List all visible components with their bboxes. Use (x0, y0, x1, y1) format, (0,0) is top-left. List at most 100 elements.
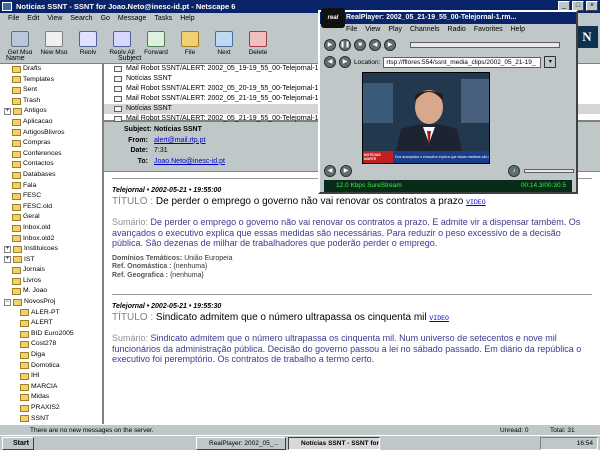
rp-menu-favorites[interactable]: Favorites (474, 25, 503, 35)
to-label: To: (137, 157, 148, 165)
folder-item[interactable]: Cost278 (0, 339, 102, 350)
folder-item[interactable]: Geral (0, 212, 102, 223)
reply-all-button[interactable]: Reply All (106, 24, 138, 58)
folder-item[interactable]: Templates (0, 75, 102, 86)
folder-item[interactable]: Midas (0, 392, 102, 403)
netscape-logo[interactable]: N (576, 26, 598, 48)
rp-menu-play[interactable]: Play (388, 25, 402, 35)
folder-label: FESC.old (23, 202, 53, 210)
folder-label: Contactos (23, 160, 54, 168)
folder-item[interactable]: − NovosProj (0, 297, 102, 308)
folder-item[interactable]: ALER-PT (0, 308, 102, 319)
menu-file[interactable]: File (8, 13, 19, 24)
folder-item[interactable]: BID Euro2005 (0, 329, 102, 340)
folder-item[interactable]: + Antigos (0, 106, 102, 117)
folder-item[interactable]: Aplicacao (0, 117, 102, 128)
task-netscape[interactable]: Notícias SSNT - SSNT for ... (288, 437, 380, 450)
back-icon[interactable]: ◀ (324, 56, 336, 68)
menu-go[interactable]: Go (101, 13, 110, 24)
expand-icon[interactable]: + (4, 245, 11, 253)
folder-item[interactable]: ALERT (0, 318, 102, 329)
stop-icon[interactable]: ■ (354, 39, 366, 51)
expand-icon[interactable]: + (4, 108, 11, 116)
folder-item[interactable]: Diga (0, 350, 102, 361)
folder-item[interactable]: IHI (0, 371, 102, 382)
folder-icon (12, 129, 21, 137)
menu-edit[interactable]: Edit (27, 13, 39, 24)
pause-icon[interactable]: ❚❚ (339, 39, 351, 51)
prev-clip-icon[interactable]: ◀ (324, 165, 336, 177)
folder-label: Inbox.old2 (23, 234, 55, 242)
new-msg-button[interactable]: New Msg (38, 24, 70, 58)
realplayer-window[interactable]: RealPlayer: 2002_05_21-19_55_00-Telejorn… (318, 8, 578, 194)
rp-menu-channels[interactable]: Channels (410, 25, 440, 35)
folder-item[interactable]: Livros (0, 276, 102, 287)
rp-menu-view[interactable]: View (365, 25, 380, 35)
folder-icon (12, 118, 21, 126)
folder-item[interactable]: FESC.old (0, 202, 102, 213)
play-icon[interactable]: ▶ (324, 39, 336, 51)
start-button[interactable]: Start (2, 437, 34, 450)
folder-item[interactable]: Domotica (0, 361, 102, 372)
folder-item[interactable]: Contactos (0, 159, 102, 170)
video-display[interactable]: NOTÍCIAS NORTE Dos avançados o executivo… (362, 72, 490, 164)
get-msg-button[interactable]: Get Msg (4, 24, 36, 58)
location-input[interactable]: rtsp://fflores:554/ssnt_media_clips/2002… (383, 56, 542, 68)
rp-menu-file[interactable]: File (346, 25, 357, 35)
reply-button[interactable]: Reply (72, 24, 104, 58)
folder-item[interactable]: MARCIA (0, 382, 102, 393)
from-link[interactable]: alert@mail.rtp.pt (154, 136, 205, 147)
expand-icon[interactable]: − (4, 298, 11, 306)
rp-menu-radio[interactable]: Radio (448, 25, 466, 35)
folder-item[interactable]: Trash (0, 96, 102, 107)
delete-button[interactable]: Delete (242, 24, 274, 58)
forward-nav-icon[interactable]: ▶ (339, 56, 351, 68)
task-realplayer[interactable]: RealPlayer: 2002_05_... (196, 437, 286, 450)
folder-item[interactable]: Compras (0, 138, 102, 149)
folder-item[interactable]: + IST (0, 255, 102, 266)
next-clip-icon[interactable]: ▶ (340, 165, 352, 177)
folder-pane[interactable]: Drafts Templates Sent Trash + Antigos Aplicaca… (0, 64, 104, 424)
rp-menu-help[interactable]: Help (511, 25, 525, 35)
folder-item[interactable]: Drafts (0, 64, 102, 75)
folder-item[interactable]: Sent (0, 85, 102, 96)
to-link[interactable]: Joao.Neto@inesc-id.pt (154, 157, 225, 168)
volume-slider[interactable] (524, 169, 574, 173)
article-title: TÍTULO : Sindicato admitem que o número … (112, 312, 449, 323)
next-button[interactable]: Next (208, 24, 240, 58)
folder-item[interactable]: Inbox.old (0, 223, 102, 234)
close-button[interactable]: × (586, 1, 598, 11)
folder-item[interactable]: Jornais (0, 265, 102, 276)
expand-icon[interactable]: + (4, 256, 11, 264)
netscape-app-icon[interactable] (2, 2, 12, 11)
folder-item[interactable]: ArtigosBlivros (0, 128, 102, 139)
folder-pane-header[interactable]: Name (0, 54, 104, 64)
rewind-icon[interactable]: ◀ (369, 39, 381, 51)
message-body[interactable]: Telejornal • 2002-05-21 • 19:55:00 TÍTUL… (104, 172, 600, 424)
folder-label: Templates (23, 75, 54, 83)
menu-search[interactable]: Search (70, 13, 92, 24)
folder-icon (20, 351, 29, 359)
menu-help[interactable]: Help (180, 13, 194, 24)
folder-icon (20, 394, 29, 402)
folder-item[interactable]: + Instituicoes (0, 244, 102, 255)
seek-bar[interactable] (410, 42, 560, 48)
folder-item[interactable]: Fala (0, 181, 102, 192)
menu-message[interactable]: Message (118, 13, 146, 24)
volume-icon[interactable]: ♪ (508, 165, 520, 177)
folder-item[interactable]: Inbox.old2 (0, 234, 102, 245)
dropdown-icon[interactable]: ▾ (544, 56, 557, 68)
folder-item[interactable]: FESC (0, 191, 102, 202)
folder-item[interactable]: PRAXIS2 (0, 403, 102, 414)
folder-item[interactable]: SSNT (0, 414, 102, 424)
menu-view[interactable]: View (47, 13, 62, 24)
video-link[interactable]: VIDEO (466, 199, 486, 206)
folder-item[interactable]: Databases (0, 170, 102, 181)
file-button[interactable]: File (174, 24, 206, 58)
folder-item[interactable]: Conferences (0, 149, 102, 160)
fast-forward-icon[interactable]: ▶ (384, 39, 396, 51)
menu-tasks[interactable]: Tasks (154, 13, 172, 24)
video-link[interactable]: VIDEO (429, 315, 449, 322)
folder-item[interactable]: M. Joao (0, 286, 102, 297)
forward-button[interactable]: Forward (140, 24, 172, 58)
